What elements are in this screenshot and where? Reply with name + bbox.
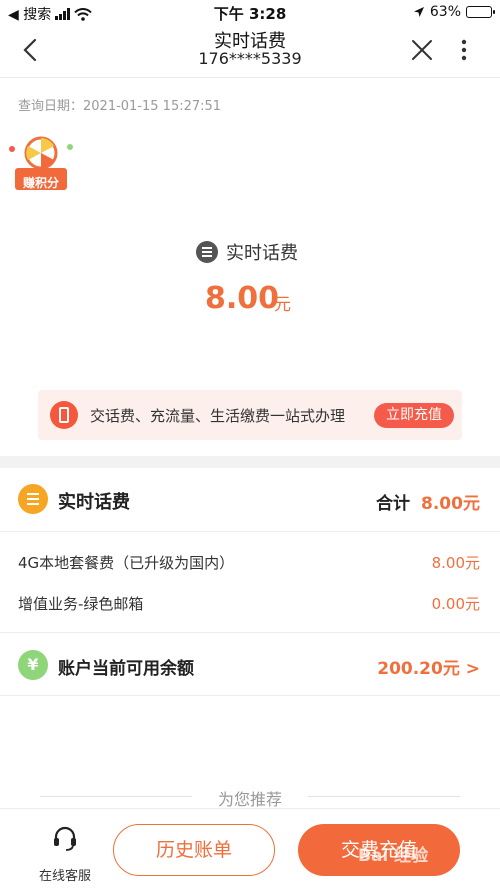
promo-banner[interactable]: 交话费、充流量、生活缴费一站式办理 立即充值 <box>38 390 462 440</box>
watermark: Bai 经验 <box>358 846 429 866</box>
query-date: 查询日期：2021-01-15 15:27:51 <box>18 99 222 114</box>
recharge-now-button[interactable]: 立即充值 <box>374 403 454 428</box>
fee-value: 8.00元 <box>431 554 480 572</box>
close-icon[interactable] <box>408 36 436 64</box>
total-value: 8.00元 <box>421 494 480 514</box>
bottom-action-bar: 在线客服 历史账单 交费充值 Bai 经验 <box>0 808 500 889</box>
bill-section-header: 实时话费 合计 8.00元 <box>0 468 500 532</box>
headset-icon <box>54 826 76 851</box>
recommend-title: 为您推荐 <box>217 790 282 809</box>
nav-bar: 实时话费 176****5339 <box>0 26 500 78</box>
online-service-label: 在线客服 <box>38 869 91 884</box>
phone-recharge-icon <box>50 401 78 429</box>
fee-row: 4G本地套餐费（已升级为国内） 8.00元 <box>0 542 500 582</box>
yuan-icon: ¥ <box>18 650 48 680</box>
divider-line <box>308 796 460 797</box>
fee-name: 增值业务-绿色邮箱 <box>18 595 144 613</box>
status-right: 63% <box>413 4 495 20</box>
bill-amount: 8.00 <box>205 281 280 316</box>
more-vertical-icon[interactable] <box>452 36 476 64</box>
bill-list-icon <box>18 484 48 514</box>
balance-row[interactable]: ¥ 账户当前可用余额 200.20元 > <box>0 632 500 696</box>
location-arrow-icon <box>413 7 424 17</box>
recommend-divider: 为您推荐 <box>0 786 500 809</box>
balance-value: 200.20元 > <box>377 659 480 679</box>
bill-list-icon <box>196 241 218 263</box>
battery-percent: 63% <box>429 4 461 20</box>
section-title: 实时话费 <box>58 492 130 513</box>
total-label: 合计 <box>376 494 410 514</box>
battery-icon <box>466 6 495 18</box>
section-divider <box>0 456 500 468</box>
promo-text: 交话费、充流量、生活缴费一站式办理 <box>90 407 346 425</box>
status-bar: ◀ 搜索 下午 3:28 63% <box>0 0 500 26</box>
earn-points-label: 赚积分 <box>23 176 60 190</box>
fee-name: 4G本地套餐费（已升级为国内） <box>18 554 235 572</box>
fee-row: 增值业务-绿色邮箱 0.00元 <box>0 583 500 623</box>
balance-label: 账户当前可用余额 <box>58 659 194 679</box>
earn-points-badge[interactable]: 赚积分 <box>4 135 78 195</box>
fee-value: 0.00元 <box>431 595 480 613</box>
online-service-button[interactable]: 在线客服 <box>30 823 100 884</box>
bill-label: 实时话费 <box>226 243 298 264</box>
bill-unit: 元 <box>274 295 291 315</box>
history-bill-button[interactable]: 历史账单 <box>113 824 275 876</box>
